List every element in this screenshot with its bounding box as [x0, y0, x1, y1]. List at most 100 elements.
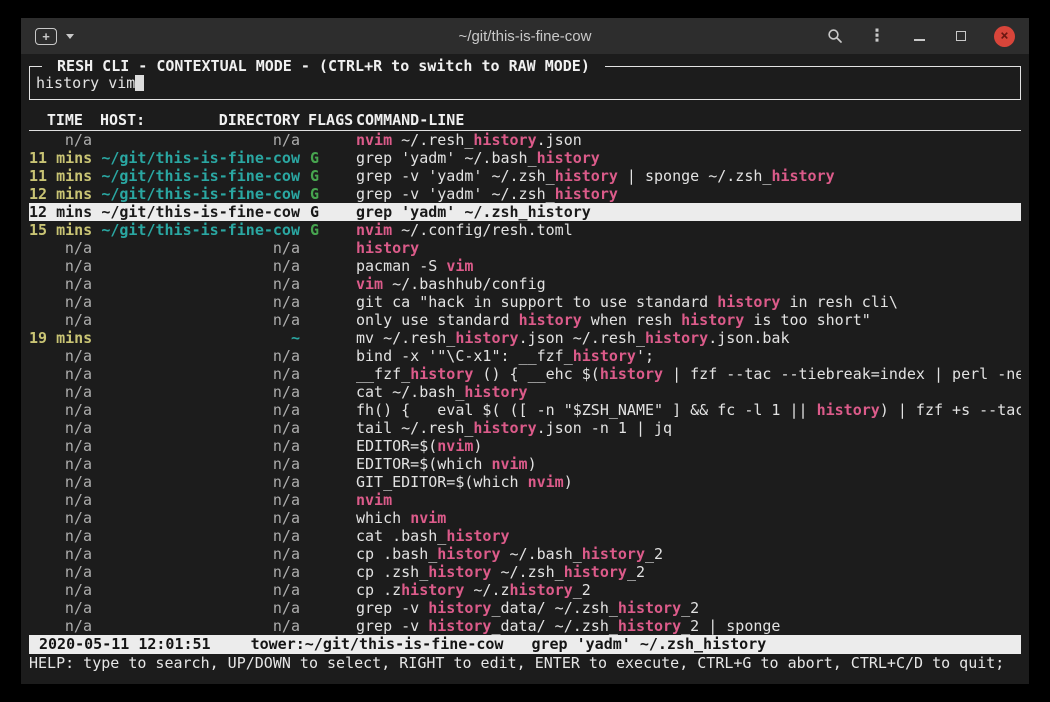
header-host: HOST: — [100, 111, 145, 130]
row-flags — [308, 455, 348, 473]
row-time: n/a — [29, 275, 92, 293]
row-time: n/a — [29, 419, 92, 437]
row-command: grep -v 'yadm' ~/.zsh_history — [356, 185, 1021, 203]
search-box: RESH CLI - CONTEXTUAL MODE - (CTRL+R to … — [29, 66, 1021, 100]
row-command: only use standard history when resh hist… — [356, 311, 1021, 329]
terminal[interactable]: RESH CLI - CONTEXTUAL MODE - (CTRL+R to … — [21, 54, 1029, 684]
row-time: n/a — [29, 239, 92, 257]
row-host: ~ — [100, 329, 300, 347]
history-row[interactable]: n/a n/a EDITOR=$(which nvim) — [29, 455, 1021, 473]
history-row[interactable]: n/a n/a cat .bash_history — [29, 527, 1021, 545]
row-time: n/a — [29, 401, 92, 419]
row-time: 15 mins — [29, 221, 92, 239]
header-directory: DIRECTORY — [219, 111, 300, 130]
row-host: ~/git/this-is-fine-cow — [100, 203, 300, 221]
row-host: n/a — [100, 473, 300, 491]
search-box-label: RESH CLI - CONTEXTUAL MODE - (CTRL+R to … — [42, 57, 605, 75]
row-flags — [308, 329, 348, 347]
menu-icon[interactable]: ⋮ — [868, 27, 886, 45]
restore-button[interactable] — [952, 27, 970, 45]
row-flags — [308, 437, 348, 455]
row-command: cat ~/.bash_history — [356, 383, 1021, 401]
close-button[interactable]: × — [994, 26, 1015, 47]
row-command: EDITOR=$(which nvim) — [356, 455, 1021, 473]
chevron-down-icon[interactable] — [66, 34, 74, 39]
history-row[interactable]: n/a n/a pacman -S vim — [29, 257, 1021, 275]
row-host: n/a — [100, 257, 300, 275]
titlebar[interactable]: + ~/git/this-is-fine-cow ⋮ × — [21, 18, 1029, 54]
row-host: n/a — [100, 419, 300, 437]
header-command-line: COMMAND-LINE — [356, 111, 1021, 130]
row-command: vim ~/.bashhub/config — [356, 275, 1021, 293]
row-time: 19 mins — [29, 329, 92, 347]
row-time: 11 mins — [29, 149, 92, 167]
history-row[interactable]: n/a n/a bind -x '"\C-x1": __fzf_history'… — [29, 347, 1021, 365]
row-host: n/a — [100, 311, 300, 329]
history-row[interactable]: 11 mins ~/git/this-is-fine-cow G grep -v… — [29, 167, 1021, 185]
history-row[interactable]: n/a n/a cp .zsh_history ~/.zsh_history_2 — [29, 563, 1021, 581]
row-time: n/a — [29, 617, 92, 635]
history-row[interactable]: n/a n/a nvim — [29, 491, 1021, 509]
history-row[interactable]: 11 mins ~/git/this-is-fine-cow G grep 'y… — [29, 149, 1021, 167]
row-command: nvim — [356, 491, 1021, 509]
row-command: which nvim — [356, 509, 1021, 527]
row-flags: G — [308, 185, 348, 203]
row-time: n/a — [29, 257, 92, 275]
plus-icon: + — [42, 30, 50, 43]
status-command: grep 'yadm' ~/.zsh_history — [531, 635, 766, 654]
row-flags — [308, 131, 348, 149]
search-query-text: history vim — [36, 74, 135, 92]
restore-icon — [956, 31, 966, 41]
history-row[interactable]: n/a n/a cp .zhistory ~/.zhistory_2 — [29, 581, 1021, 599]
history-row[interactable]: n/a n/a __fzf_history () { __ehc $(histo… — [29, 365, 1021, 383]
row-flags — [308, 401, 348, 419]
history-row[interactable]: n/a n/a GIT_EDITOR=$(which nvim) — [29, 473, 1021, 491]
history-row[interactable]: n/a n/a which nvim — [29, 509, 1021, 527]
row-flags — [308, 581, 348, 599]
row-time: n/a — [29, 473, 92, 491]
status-location: tower:~/git/this-is-fine-cow — [251, 635, 504, 654]
row-command: cp .zhistory ~/.zhistory_2 — [356, 581, 1021, 599]
row-command: EDITOR=$(nvim) — [356, 437, 1021, 455]
history-row[interactable]: 19 mins ~ mv ~/.resh_history.json ~/.res… — [29, 329, 1021, 347]
row-command: grep -v 'yadm' ~/.zsh_history | sponge ~… — [356, 167, 1021, 185]
row-command: cp .zsh_history ~/.zsh_history_2 — [356, 563, 1021, 581]
new-tab-button[interactable]: + — [35, 28, 57, 45]
row-host: n/a — [100, 563, 300, 581]
header-host-directory: HOST: DIRECTORY — [100, 111, 300, 130]
history-row[interactable]: 12 mins ~/git/this-is-fine-cow G grep -v… — [29, 185, 1021, 203]
row-host: n/a — [100, 437, 300, 455]
history-row[interactable]: n/a n/a fh() { eval $( ([ -n "$ZSH_NAME"… — [29, 401, 1021, 419]
history-row[interactable]: n/a n/a EDITOR=$(nvim) — [29, 437, 1021, 455]
row-flags: G — [308, 149, 348, 167]
row-time: n/a — [29, 509, 92, 527]
row-time: n/a — [29, 293, 92, 311]
help-text: HELP: type to search, UP/DOWN to select,… — [29, 654, 1021, 672]
titlebar-left-controls: + — [35, 28, 74, 45]
row-flags — [308, 275, 348, 293]
search-icon[interactable] — [826, 27, 844, 45]
history-row[interactable]: n/a n/a cat ~/.bash_history — [29, 383, 1021, 401]
history-row[interactable]: n/a n/a cp .bash_history ~/.bash_history… — [29, 545, 1021, 563]
history-row[interactable]: n/a n/a git ca "hack in support to use s… — [29, 293, 1021, 311]
minimize-button[interactable] — [910, 27, 928, 45]
history-row[interactable]: 15 mins ~/git/this-is-fine-cow G nvim ~/… — [29, 221, 1021, 239]
row-command: bind -x '"\C-x1": __fzf_history'; — [356, 347, 1021, 365]
row-time: n/a — [29, 383, 92, 401]
history-row[interactable]: n/a n/a grep -v history_data/ ~/.zsh_his… — [29, 617, 1021, 635]
row-flags — [308, 617, 348, 635]
history-row[interactable]: n/a n/a history — [29, 239, 1021, 257]
row-flags — [308, 509, 348, 527]
history-row[interactable]: n/a n/a vim ~/.bashhub/config — [29, 275, 1021, 293]
row-time: n/a — [29, 131, 92, 149]
row-command: mv ~/.resh_history.json ~/.resh_history.… — [356, 329, 1021, 347]
row-host: n/a — [100, 455, 300, 473]
history-row[interactable]: n/a n/a only use standard history when r… — [29, 311, 1021, 329]
row-flags — [308, 563, 348, 581]
history-row[interactable]: n/a n/a grep -v history_data/ ~/.zsh_his… — [29, 599, 1021, 617]
row-time: 11 mins — [29, 167, 92, 185]
row-host: ~/git/this-is-fine-cow — [100, 185, 300, 203]
history-row[interactable]: 12 mins ~/git/this-is-fine-cow G grep 'y… — [29, 203, 1021, 221]
history-row[interactable]: n/a n/a tail ~/.resh_history.json -n 1 |… — [29, 419, 1021, 437]
history-row[interactable]: n/a n/a nvim ~/.resh_history.json — [29, 131, 1021, 149]
